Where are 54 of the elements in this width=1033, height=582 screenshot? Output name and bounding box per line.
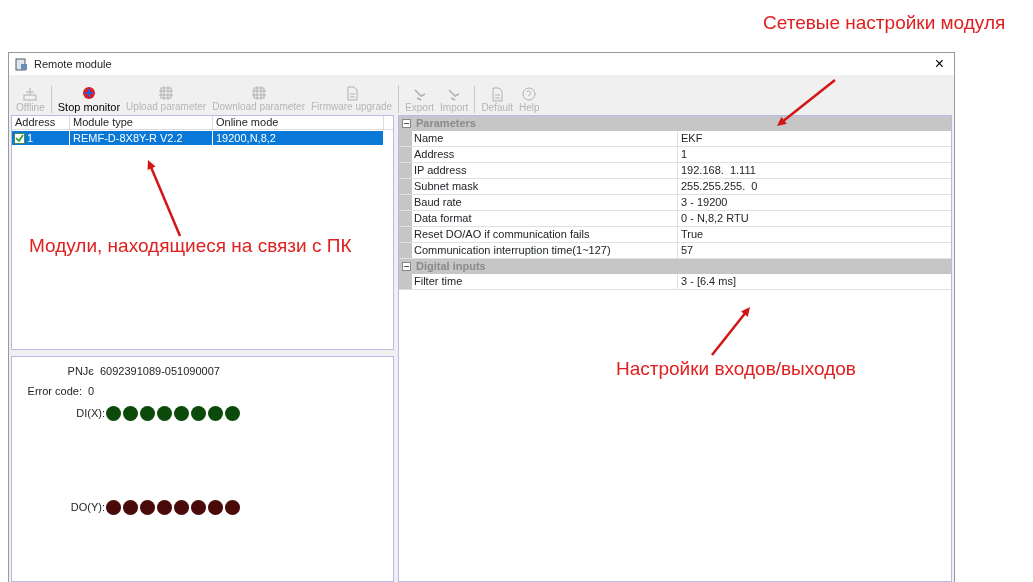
network-icon xyxy=(21,86,40,102)
property-name: IP address xyxy=(412,163,678,178)
arrow xyxy=(711,307,750,356)
arrow xyxy=(777,79,836,126)
property-name: Subnet mask xyxy=(412,179,678,194)
collapse-toggle[interactable] xyxy=(402,262,411,271)
field-label: Error code: xyxy=(26,383,82,399)
property-value[interactable]: 1 xyxy=(678,147,951,162)
table-cell[interactable]: REMF-D-8X8Y-R V2.2 xyxy=(70,131,213,145)
io-label: DO(Y): xyxy=(69,499,105,515)
category-label: Parameters xyxy=(416,116,476,132)
category-label: Digital inputs xyxy=(416,259,486,275)
property-name: Name xyxy=(412,131,678,146)
property-value[interactable]: 3 - [6.4 ms] xyxy=(678,274,951,289)
property-name: Address xyxy=(412,147,678,162)
property-value[interactable]: True xyxy=(678,227,951,242)
io-label: DI(X): xyxy=(75,405,105,421)
chip-icon xyxy=(157,84,176,101)
table-cell[interactable]: 1 xyxy=(12,131,70,145)
column-header[interactable]: Address xyxy=(12,116,70,129)
toolbar-button[interactable]: Stop monitor xyxy=(54,84,124,113)
collapse-toggle[interactable] xyxy=(402,119,411,128)
property-value[interactable]: 0 - N,8,2 RTU xyxy=(678,211,951,226)
property-value[interactable]: 3 - 19200 xyxy=(678,195,951,210)
annotation-text: Сетевые настройки модуля xyxy=(763,12,1006,35)
chip-icon xyxy=(249,84,268,101)
field-label: PNJє xyxy=(66,363,94,379)
help-icon xyxy=(520,86,539,102)
property-value[interactable]: 192.168. 1.111 xyxy=(678,163,951,178)
property-value[interactable]: 255.255.255. 0 xyxy=(678,179,951,194)
property-name: Filter time xyxy=(412,274,678,289)
error-code: 0 xyxy=(88,383,95,399)
annotation-text: Настройки входов/выходов xyxy=(616,358,856,381)
property-value[interactable]: EKF xyxy=(678,131,951,146)
row-gutter xyxy=(399,147,412,162)
row-gutter xyxy=(399,179,412,194)
serial-number: 6092391089-051090007 xyxy=(100,363,220,379)
table-cell[interactable]: 19200,N,8,2 xyxy=(213,131,384,145)
row-gutter xyxy=(399,163,412,178)
window-title: Remote module xyxy=(34,56,113,72)
column-header[interactable]: Module type xyxy=(70,116,213,129)
property-name: Communication interruption time(1~127) xyxy=(412,243,678,258)
property-value[interactable]: 57 xyxy=(678,243,951,258)
row-gutter xyxy=(399,227,412,242)
annotation-text: Модули, находящиеся на связи с ПК xyxy=(29,235,352,258)
property-name: Data format xyxy=(412,211,678,226)
property-name: Reset DO/AO if communication fails xyxy=(412,227,678,242)
window-app-icon xyxy=(15,57,28,71)
row-gutter xyxy=(399,195,412,210)
checkbox[interactable] xyxy=(14,133,25,144)
row-gutter xyxy=(399,211,412,226)
property-name: Baud rate xyxy=(412,195,678,210)
close-button[interactable]: × xyxy=(934,52,944,76)
column-header[interactable]: Online mode xyxy=(213,116,384,129)
